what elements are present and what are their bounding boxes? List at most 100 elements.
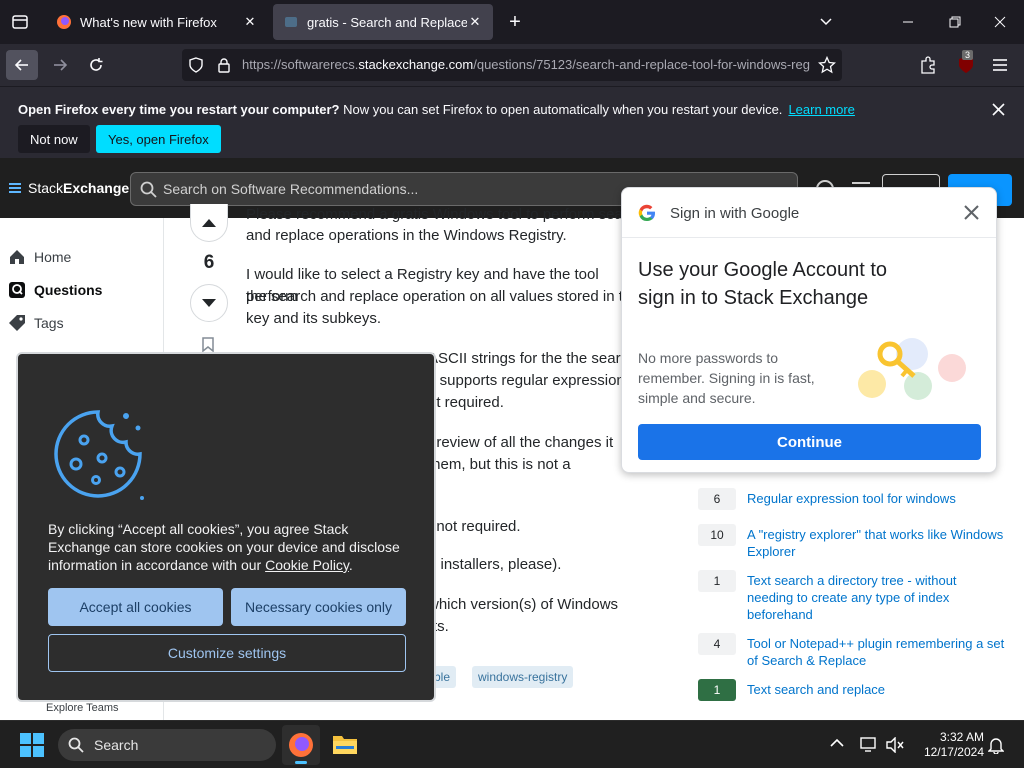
lock-icon[interactable] — [216, 57, 232, 73]
taskbar-clock[interactable]: 3:32 AM 12/17/2024 — [912, 730, 984, 760]
home-icon — [10, 250, 24, 264]
restore-icon[interactable] — [945, 12, 965, 32]
related-question-item: 4 Tool or Notepad++ plugin remembering a … — [698, 633, 1004, 671]
explore-teams-link[interactable]: Explore Teams — [46, 702, 119, 714]
sidebar-item-home[interactable]: Home — [8, 248, 71, 266]
tab-overview-icon[interactable] — [10, 12, 30, 32]
learn-more-link[interactable]: Learn more — [788, 102, 854, 117]
related-question-item: 10 A "registry explorer" that works like … — [698, 524, 1003, 562]
customize-settings-button[interactable]: Customize settings — [48, 634, 406, 672]
minimize-icon[interactable] — [898, 12, 918, 32]
yes-open-firefox-button[interactable]: Yes, open Firefox — [96, 125, 221, 153]
bookmark-icon[interactable] — [202, 337, 214, 352]
question-text-line: preview of all the changes it — [428, 434, 614, 451]
cookie-consent-text: By clicking “Accept all cookies”, you ag… — [48, 521, 400, 573]
forward-button[interactable] — [50, 55, 70, 75]
bookmark-star-icon[interactable] — [818, 56, 836, 74]
tag-icon — [9, 315, 25, 331]
cookie-policy-link[interactable]: Cookie Policy — [265, 557, 349, 573]
related-question-link[interactable]: Text search a directory tree - without n… — [747, 572, 1005, 623]
extension-badge: 3 — [962, 50, 974, 60]
close-google-popup-icon[interactable] — [964, 205, 979, 220]
related-score-badge: 1 — [698, 570, 736, 592]
related-question-item: 1 Text search a directory tree - without … — [698, 570, 998, 624]
question-text-line: rts. — [428, 618, 449, 635]
taskbar-search-label: Search — [94, 737, 139, 753]
list-tabs-icon[interactable] — [816, 12, 836, 32]
search-icon — [140, 181, 157, 198]
related-question-link[interactable]: Regular expression tool for windows — [747, 490, 1005, 507]
related-score-badge: 6 — [698, 488, 736, 510]
menu-icon — [9, 183, 21, 193]
back-button[interactable] — [6, 50, 38, 80]
logo-text-exchange: Exchange — [63, 180, 130, 196]
volume-muted-icon[interactable] — [886, 737, 904, 753]
necessary-cookies-only-button[interactable]: Necessary cookies only — [231, 588, 406, 626]
stackexchange-logo[interactable]: Stack Exchange — [8, 180, 129, 196]
upvote-button[interactable] — [190, 204, 228, 242]
question-text-line: key and its subkeys. — [246, 310, 382, 327]
google-signin-header: Sign in with Google — [622, 188, 996, 238]
sidebar-item-questions[interactable]: Questions — [8, 281, 102, 299]
question-text-line: ASCII strings for the the search — [428, 350, 637, 367]
related-question-link[interactable]: A "registry explorer" that works like Wi… — [747, 526, 1005, 560]
network-icon[interactable] — [860, 737, 878, 753]
question-text-line: s supports regular expressions — [428, 372, 633, 389]
downvote-arrow-icon — [202, 299, 216, 307]
search-icon — [68, 737, 84, 753]
chevron-up-icon[interactable] — [830, 738, 844, 748]
search-placeholder: Search on Software Recommendations... — [163, 181, 419, 197]
url-text[interactable]: https://softwarerecs.stackexchange.com/q… — [242, 57, 810, 72]
url-bar[interactable]: https://softwarerecs.stackexchange.com/q… — [182, 49, 842, 81]
downvote-button[interactable] — [190, 284, 228, 322]
close-notification-icon[interactable] — [988, 99, 1008, 119]
sidebar-item-tags[interactable]: Tags — [8, 314, 64, 332]
ublock-extension-icon[interactable]: 3 — [954, 50, 978, 76]
google-signin-popup: Sign in with Google Use your Google Acco… — [621, 187, 997, 473]
vote-count: 6 — [203, 252, 215, 273]
back-arrow-icon — [14, 59, 28, 71]
firefox-tab-icon — [56, 14, 72, 30]
extensions-icon[interactable] — [918, 55, 938, 75]
cookie-consent-dialog: By clicking “Accept all cookies”, you ag… — [16, 352, 436, 702]
key-illustration-icon — [852, 328, 972, 408]
notification-message: Open Firefox every time you restart your… — [18, 102, 855, 117]
related-question-link[interactable]: Text search and replace — [747, 681, 1005, 698]
related-score-badge: 10 — [698, 524, 736, 546]
question-text-line: o installers, please). — [428, 556, 562, 573]
tab-title: What's new with Firefox — [80, 14, 217, 30]
notification-title: Open Firefox every time you restart your… — [18, 102, 340, 117]
related-question-link[interactable]: Tool or Notepad++ plugin remembering a s… — [747, 635, 1005, 669]
google-logo-icon — [638, 204, 656, 222]
taskbar-search[interactable]: Search — [58, 729, 276, 761]
accept-all-cookies-button[interactable]: Accept all cookies — [48, 588, 223, 626]
notifications-bell-icon[interactable] — [988, 736, 1004, 754]
questions-icon — [9, 282, 25, 298]
not-now-button[interactable]: Not now — [18, 125, 90, 153]
close-tab-icon[interactable]: ✕ — [242, 14, 258, 30]
related-score-badge: 1 — [698, 679, 736, 701]
new-tab-icon[interactable]: + — [505, 11, 525, 33]
close-tab-icon[interactable]: ✕ — [467, 14, 483, 30]
sidebar-item-label: Tags — [34, 315, 64, 331]
browser-nav-bar: https://softwarerecs.stackexchange.com/q… — [0, 44, 1024, 86]
tab-active-question[interactable]: gratis - Search and Replace tool for Win… — [273, 4, 493, 40]
question-text-line: Please recommend a gratis Windows tool t… — [246, 206, 644, 223]
taskbar-firefox-icon[interactable] — [282, 725, 320, 765]
windows-taskbar: Search 3:32 AM 12/17/2024 — [0, 720, 1024, 768]
browser-tab-bar: What's new with Firefox ✕ gratis - Searc… — [0, 0, 1024, 44]
sidebar-item-label: Questions — [34, 282, 103, 298]
stackexchange-tab-icon — [283, 14, 299, 30]
hamburger-menu-icon[interactable] — [990, 55, 1010, 75]
shield-icon[interactable] — [188, 57, 204, 73]
windows-start-icon[interactable] — [20, 733, 44, 757]
related-question-item: 6 Regular expression tool for windows — [698, 488, 998, 510]
google-continue-button[interactable]: Continue — [638, 424, 981, 460]
reload-button[interactable] — [86, 55, 106, 75]
close-window-icon[interactable] — [990, 12, 1010, 32]
file-explorer-icon[interactable] — [332, 732, 358, 756]
question-tag[interactable]: windows-registry — [472, 666, 574, 688]
sidebar-item-label: Home — [34, 249, 72, 265]
google-signin-body: No more passwords to remember. Signing i… — [638, 350, 815, 406]
tab-whats-new[interactable]: What's new with Firefox ✕ — [46, 4, 268, 40]
